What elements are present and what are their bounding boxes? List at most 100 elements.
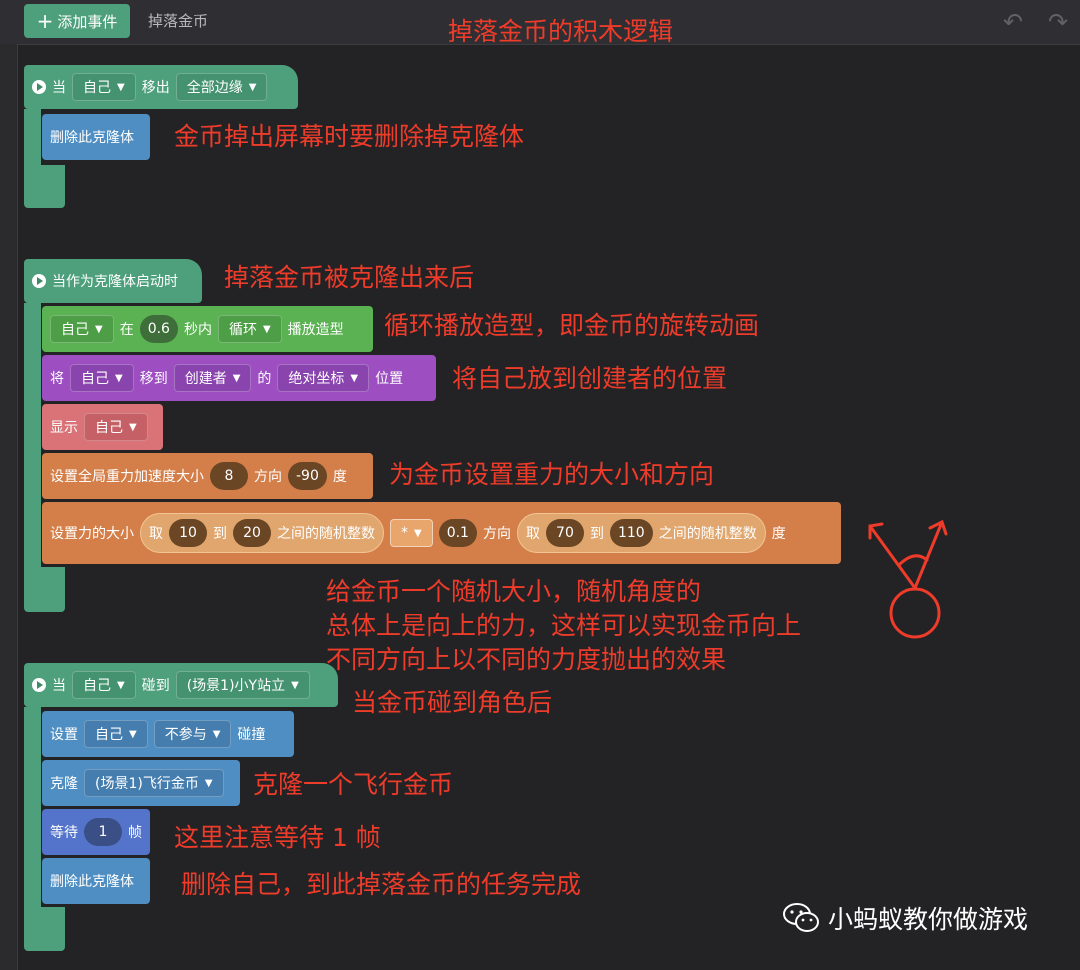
play-icon [32, 274, 46, 288]
min-input-2[interactable]: 70 [545, 519, 584, 547]
animation-block[interactable]: 自己 ▼ 在 0.6 秒内 循环 ▼ 播放造型 [42, 306, 373, 352]
random-int-reporter-2[interactable]: 取 70 到 110 之间的随机整数 [516, 513, 766, 553]
play-icon [32, 80, 46, 94]
event-arm [24, 303, 41, 567]
chevron-down-icon: ▼ [291, 679, 299, 691]
show-target-value: 自己 [95, 420, 123, 436]
gravity-value-input[interactable]: 8 [210, 462, 248, 490]
wait-label: 等待 [50, 825, 78, 841]
play-costume-label: 播放造型 [287, 322, 344, 338]
in-label: 在 [119, 322, 134, 338]
max-input[interactable]: 20 [233, 519, 271, 547]
collision-label: 碰撞 [237, 727, 266, 743]
dest-dropdown[interactable]: 创建者 ▼ [173, 364, 252, 392]
event-hat-clone-start[interactable]: 当作为克隆体启动时 [24, 259, 202, 303]
clone-target-dropdown[interactable]: (场景1)飞行金币 ▼ [84, 769, 224, 797]
delete-clone-block[interactable]: 删除此克隆体 [42, 114, 150, 160]
chevron-down-icon: ▼ [129, 728, 137, 740]
annotation-6-line-1: 给金币一个随机大小，随机角度的 [326, 577, 702, 606]
other-sprite-value: (场景1)小Y站立 [186, 678, 286, 694]
target-dropdown[interactable]: 自己 ▼ [72, 73, 136, 101]
moveto-label: 移到 [139, 371, 168, 387]
between-label-2: 之间的随机整数 [658, 526, 757, 542]
clone-target-value: (场景1)飞行金币 [95, 776, 199, 792]
set-target-dropdown[interactable]: 自己 ▼ [84, 720, 148, 748]
tab-title[interactable]: 掉落金币 [148, 10, 208, 31]
operator-value: * [401, 525, 408, 541]
chevron-down-icon: ▼ [204, 777, 213, 789]
event-hat-leave-edge[interactable]: 当 自己 ▼ 移出 全部边缘 ▼ [24, 65, 298, 109]
annotation-8: 克隆一个飞行金币 [253, 770, 454, 799]
chevron-down-icon: ▼ [262, 323, 271, 335]
random-int-reporter[interactable]: 取 10 到 20 之间的随机整数 [140, 513, 384, 553]
to-label: 到 [213, 526, 227, 542]
event-arm [24, 109, 41, 165]
delete-clone-block-2[interactable]: 删除此克隆体 [42, 858, 150, 904]
chevron-down-icon: ▼ [248, 81, 257, 93]
force-block[interactable]: 设置力的大小 取 10 到 20 之间的随机整数 * ▼ 0.1 方向 取 70 … [42, 502, 841, 564]
add-event-button[interactable]: + 添加事件 [24, 4, 130, 38]
factor-input[interactable]: 0.1 [438, 519, 477, 547]
min-input[interactable]: 10 [169, 519, 207, 547]
chevron-down-icon: ▼ [212, 728, 221, 740]
set-collision-block[interactable]: 设置 自己 ▼ 不参与 ▼ 碰撞 [42, 711, 294, 757]
touch-label: 碰到 [141, 678, 170, 694]
annotation-6-line-3: 不同方向上以不同的力度抛出的效果 [326, 645, 727, 674]
gravity-direction-input[interactable]: -90 [288, 462, 327, 490]
collision-mode-dropdown[interactable]: 不参与 ▼ [153, 720, 232, 748]
collision-mode-value: 不参与 [164, 727, 207, 743]
chevron-down-icon: ▼ [117, 679, 125, 691]
event-cap [24, 907, 65, 951]
position-label: 位置 [375, 371, 404, 387]
max-input-2[interactable]: 110 [609, 519, 653, 547]
event-cap [24, 165, 65, 208]
force-direction-sketch [868, 519, 948, 639]
annotation-7: 当金币碰到角色后 [352, 688, 553, 717]
delete-clone-label: 删除此克隆体 [50, 130, 134, 146]
clone-start-label: 当作为克隆体启动时 [52, 274, 178, 290]
annotation-title: 掉落金币的积木逻辑 [448, 17, 674, 46]
annotation-2: 掉落金币被克隆出来后 [224, 263, 475, 292]
when-label: 当 [52, 80, 66, 96]
show-target-dropdown[interactable]: 自己 ▼ [84, 413, 148, 441]
move-target-dropdown[interactable]: 自己 ▼ [70, 364, 134, 392]
set-collision-label: 设置 [50, 727, 78, 743]
annotation-3: 循环播放造型，即金币的旋转动画 [384, 311, 760, 340]
dest-value: 创建者 [184, 371, 227, 387]
coord-dropdown[interactable]: 绝对坐标 ▼ [277, 364, 370, 392]
redo-icon[interactable]: ↷ [1048, 8, 1068, 36]
gravity-block[interactable]: 设置全局重力加速度大小 8 方向 -90 度 [42, 453, 373, 499]
edge-dropdown[interactable]: 全部边缘 ▼ [175, 73, 268, 101]
operator-dropdown[interactable]: * ▼ [390, 519, 433, 547]
wait-frames-input[interactable]: 1 [84, 818, 122, 846]
seconds-input[interactable]: 0.6 [139, 315, 178, 343]
event-hat-collide[interactable]: 当 自己 ▼ 碰到 (场景1)小Y站立 ▼ [24, 663, 338, 707]
of-label: 的 [257, 371, 272, 387]
frame-label: 帧 [128, 825, 142, 841]
move-block[interactable]: 将 自己 ▼ 移到 创建者 ▼ 的 绝对坐标 ▼ 位置 [42, 355, 436, 401]
mode-dropdown[interactable]: 循环 ▼ [217, 315, 282, 343]
gravity-label: 设置全局重力加速度大小 [50, 469, 204, 485]
other-sprite-dropdown[interactable]: (场景1)小Y站立 ▼ [175, 671, 310, 699]
annotation-10: 删除自己，到此掉落金币的任务完成 [181, 870, 582, 899]
wait-block[interactable]: 等待 1 帧 [42, 809, 150, 855]
clone-label: 克隆 [50, 776, 78, 792]
take-label-2: 取 [525, 526, 540, 542]
take-label: 取 [149, 526, 163, 542]
show-label: 显示 [50, 420, 78, 436]
show-block[interactable]: 显示 自己 ▼ [42, 404, 163, 450]
set-target-value: 自己 [95, 727, 123, 743]
chevron-down-icon: ▼ [350, 372, 359, 384]
when-label: 当 [52, 678, 66, 694]
play-icon [32, 678, 46, 692]
collide-target-dropdown[interactable]: 自己 ▼ [72, 671, 136, 699]
anim-target-dropdown[interactable]: 自己 ▼ [50, 315, 114, 343]
action-label: 移出 [141, 80, 170, 96]
chevron-down-icon: ▼ [232, 372, 241, 384]
chevron-down-icon: ▼ [117, 81, 125, 93]
to-label-2: 到 [589, 526, 604, 542]
delete-clone-label-2: 删除此克隆体 [50, 874, 134, 890]
anim-target-value: 自己 [61, 322, 89, 338]
undo-icon[interactable]: ↶ [1003, 8, 1023, 36]
clone-block[interactable]: 克隆 (场景1)飞行金币 ▼ [42, 760, 240, 806]
